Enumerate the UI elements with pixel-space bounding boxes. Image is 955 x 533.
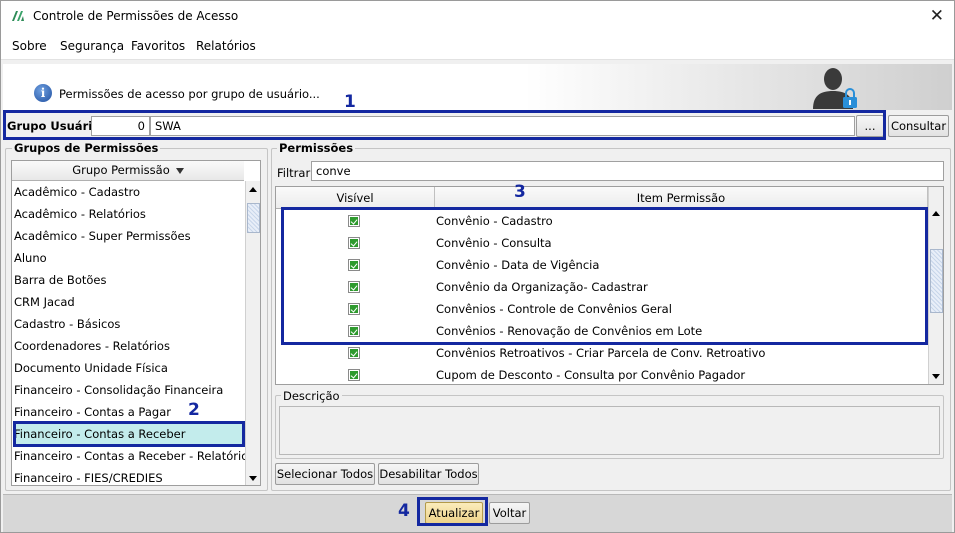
list-item[interactable]: Coordenadores - Relatórios (13, 335, 244, 357)
menu-favoritos[interactable]: Favoritos (131, 39, 185, 53)
list-item[interactable]: Aluno (13, 247, 244, 269)
list-item[interactable]: CRM Jacad (13, 291, 244, 313)
visible-checkbox[interactable] (348, 369, 360, 381)
col-item-permissao[interactable]: Item Permissão (435, 187, 928, 209)
col-visivel[interactable]: Visível (276, 187, 435, 209)
list-item[interactable]: Financeiro - Contas a Pagar (13, 401, 244, 423)
list-item[interactable]: Financeiro - Contas a Receber - Relatóri… (13, 445, 254, 467)
filtrar-label: Filtrar: (277, 166, 314, 180)
descricao-text (279, 406, 940, 455)
table-row[interactable]: Cupom de Desconto - Consulta por Convêni… (276, 364, 928, 384)
permission-item-label: Cupom de Desconto - Consulta por Convêni… (436, 368, 746, 382)
grupos-column-label: Grupo Permissão (72, 163, 170, 177)
grupos-title: Grupos de Permissões (12, 141, 161, 155)
annotation-box-1 (3, 110, 886, 140)
voltar-button[interactable]: Voltar (489, 502, 530, 524)
disable-all-button[interactable]: Desabilitar Todos (378, 463, 479, 485)
permissoes-title: Permissões (277, 141, 356, 155)
window-title: Controle de Permissões de Acesso (33, 9, 239, 23)
list-item[interactable]: Financeiro - Consolidação Financeira (13, 379, 244, 401)
grupos-column-header[interactable]: Grupo Permissão (12, 161, 244, 181)
app-logo-icon (12, 11, 24, 21)
close-icon[interactable]: ✕ (930, 6, 944, 26)
list-item[interactable]: Acadêmico - Cadastro (13, 181, 244, 203)
menu-relatorios[interactable]: Relatórios (196, 39, 256, 53)
callout-2: 2 (188, 400, 200, 420)
consultar-button[interactable]: Consultar (888, 115, 949, 137)
list-item[interactable]: Documento Unidade Física (13, 357, 244, 379)
visible-checkbox[interactable] (348, 347, 360, 359)
table-row[interactable]: Convênios Retroativos - Criar Parcela de… (276, 342, 928, 364)
list-item[interactable]: Barra de Botões (13, 269, 244, 291)
permissoes-scrollbar[interactable] (928, 187, 943, 384)
annotation-box-4 (417, 497, 488, 526)
select-all-button[interactable]: Selecionar Todos (275, 463, 375, 485)
callout-1: 1 (344, 92, 356, 112)
filter-input[interactable]: conve (311, 161, 944, 181)
title-bar: Controle de Permissões de Acesso ✕ (1, 1, 954, 32)
permission-item-label: Convênios Retroativos - Criar Parcela de… (436, 346, 766, 360)
list-item[interactable]: Acadêmico - Super Permissões (13, 225, 244, 247)
sort-down-icon (175, 167, 184, 174)
annotation-box-2 (13, 421, 245, 447)
menu-sobre[interactable]: Sobre (12, 39, 47, 53)
scroll-up-icon[interactable] (249, 187, 257, 192)
callout-3: 3 (514, 182, 526, 202)
user-lock-icon (813, 68, 857, 109)
list-item[interactable]: Cadastro - Básicos (13, 313, 244, 335)
menu-bar: Sobre Segurança Favoritos Relatórios (1, 32, 954, 60)
scroll-down-icon[interactable] (932, 374, 940, 379)
banner-text: Permissões de acesso por grupo de usuári… (59, 87, 320, 101)
scroll-down-icon[interactable] (249, 476, 257, 481)
scroll-thumb[interactable] (930, 249, 943, 313)
descricao-title: Descrição (281, 389, 342, 403)
callout-4: 4 (398, 501, 410, 521)
app-window: Controle de Permissões de Acesso ✕ Sobre… (0, 0, 955, 533)
info-icon: i (34, 84, 52, 102)
menu-seguranca[interactable]: Segurança (60, 39, 124, 53)
scroll-up-icon[interactable] (932, 211, 940, 216)
scroll-thumb[interactable] (247, 203, 260, 233)
list-item[interactable]: Financeiro - FIES/CREDIES (13, 467, 244, 485)
annotation-box-3 (281, 207, 928, 345)
grupos-scrollbar[interactable] (245, 181, 260, 485)
list-item[interactable]: Acadêmico - Relatórios (13, 203, 244, 225)
